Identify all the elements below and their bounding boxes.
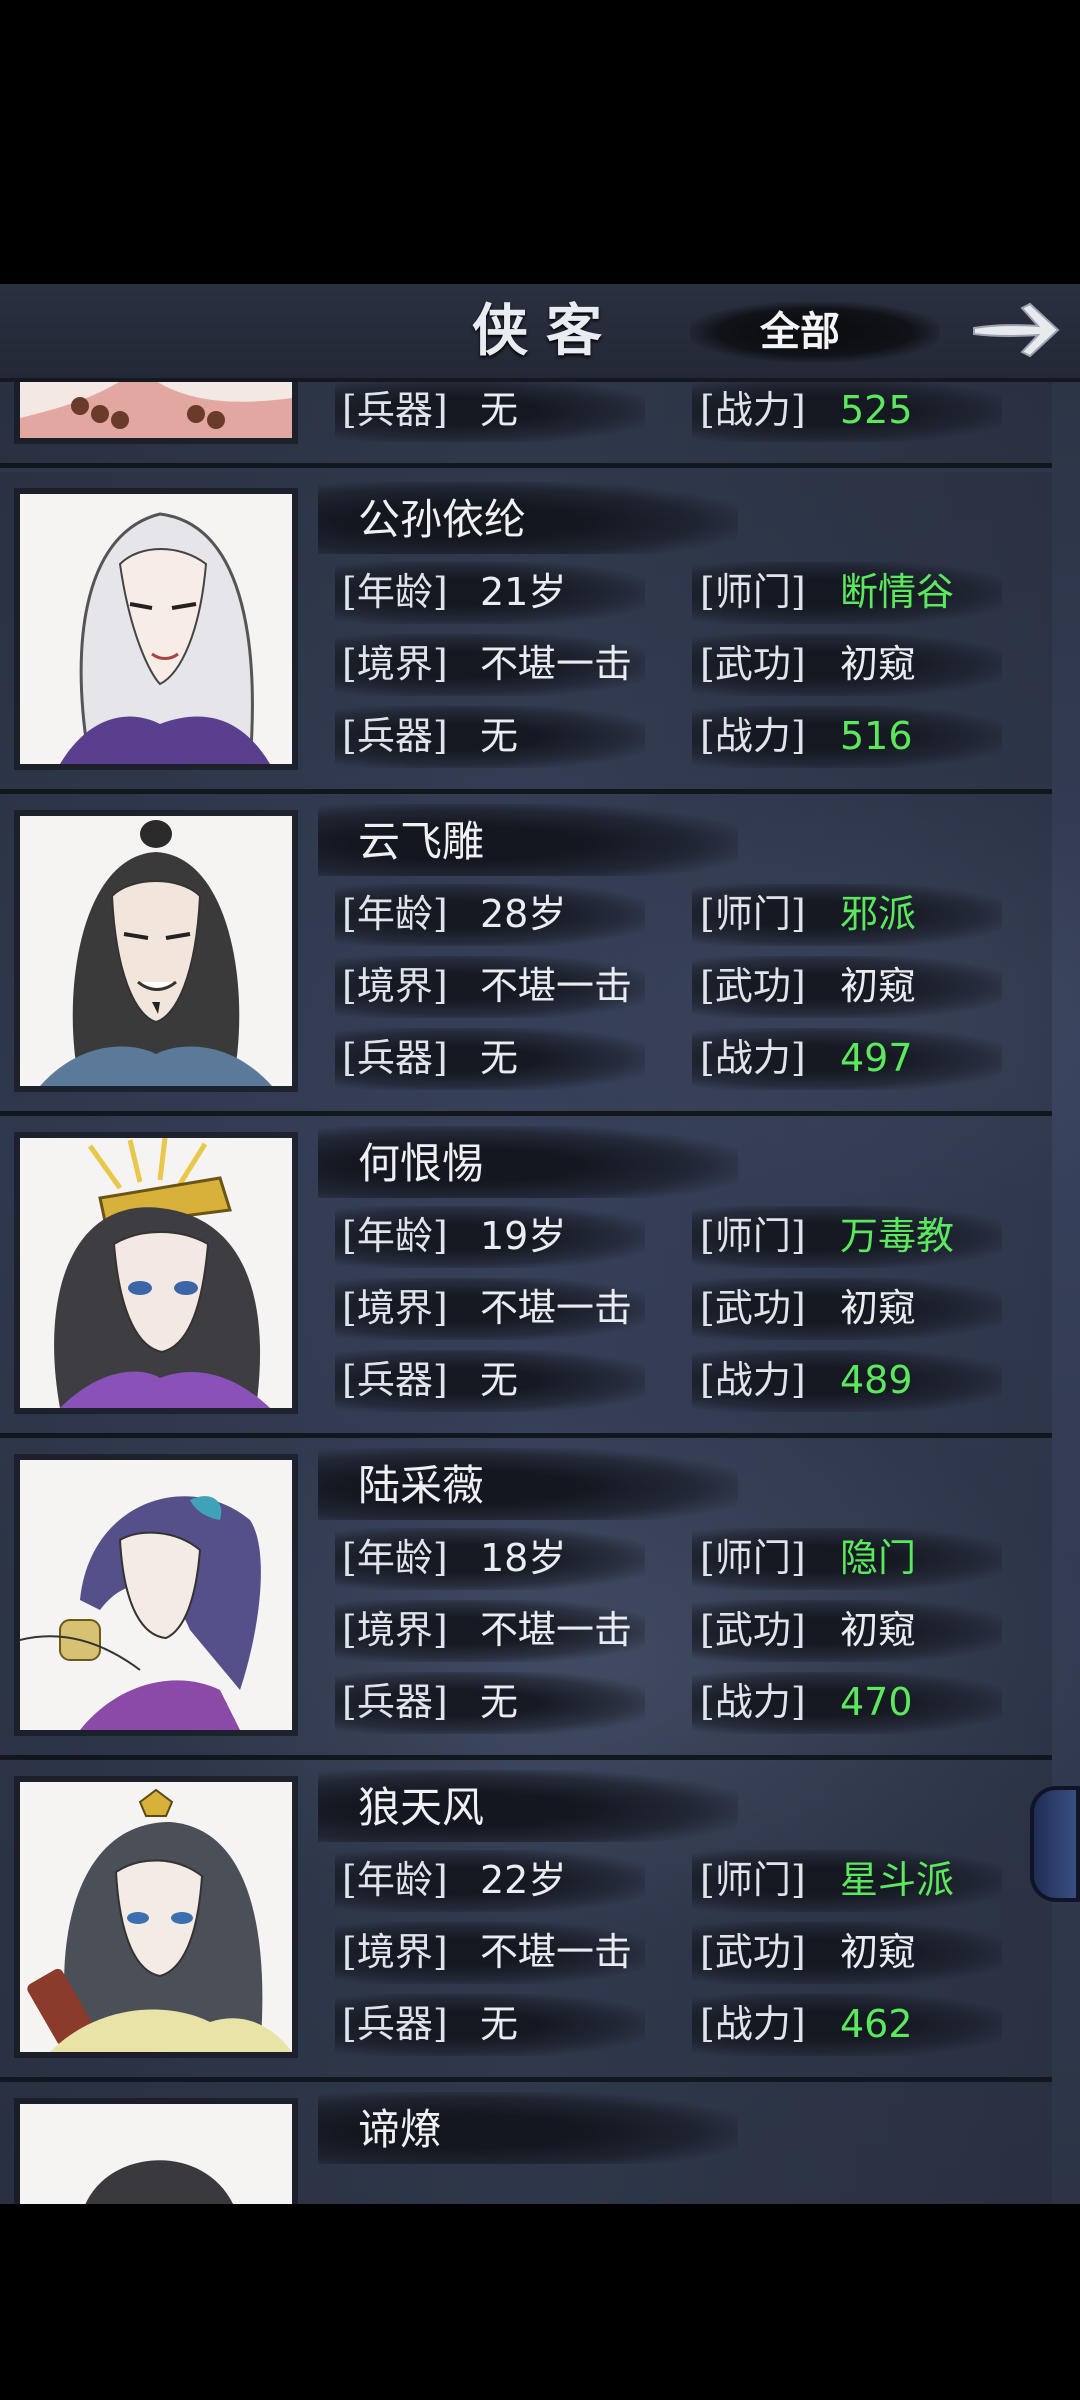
power-value: 462 bbox=[840, 2002, 913, 2046]
character-name: 狼天风 bbox=[358, 1783, 485, 1832]
sect-value: 万毒教 bbox=[840, 1214, 955, 1258]
age-label: [年龄] bbox=[342, 570, 448, 614]
character-name: 陆采薇 bbox=[358, 1461, 485, 1510]
roster-screen: 侠客 全部 [兵器] 无 [战力] 525 公孙依纶 [年龄] 21岁 [师门]… bbox=[0, 284, 1080, 2204]
character-portrait bbox=[20, 816, 292, 1086]
character-name: 谛燎 bbox=[358, 2105, 443, 2154]
character-portrait bbox=[20, 1138, 292, 1408]
realm-value: 不堪一击 bbox=[480, 1608, 633, 1652]
realm-label: [境界] bbox=[342, 1608, 448, 1652]
age-value: 18岁 bbox=[480, 1536, 567, 1580]
realm-label: [境界] bbox=[342, 1286, 448, 1330]
realm-label: [境界] bbox=[342, 1930, 448, 1974]
weapon-label: [兵器] bbox=[342, 1680, 448, 1724]
power-label: [战力] bbox=[700, 714, 806, 758]
sect-value: 隐门 bbox=[840, 1536, 917, 1580]
realm-value: 不堪一击 bbox=[480, 642, 633, 686]
realm-label: [境界] bbox=[342, 642, 448, 686]
realm-value: 不堪一击 bbox=[480, 1930, 633, 1974]
list-item[interactable]: 狼天风 [年龄] 22岁 [师门] 星斗派 [境界] 不堪一击 [武功] 初窥 … bbox=[0, 1760, 1052, 2082]
character-portrait bbox=[20, 1460, 292, 1730]
skill-label: [武功] bbox=[700, 1930, 806, 1974]
weapon-value: 无 bbox=[480, 1680, 519, 1724]
power-label: [战力] bbox=[700, 1358, 806, 1402]
skill-label: [武功] bbox=[700, 1608, 806, 1652]
skill-value: 初窥 bbox=[840, 1930, 917, 1974]
list-item[interactable]: 陆采薇 [年龄] 18岁 [师门] 隐门 [境界] 不堪一击 [武功] 初窥 [… bbox=[0, 1438, 1052, 1760]
header-bar: 侠客 全部 bbox=[0, 284, 1080, 382]
power-label: [战力] bbox=[700, 1680, 806, 1724]
weapon-label: [兵器] bbox=[342, 388, 448, 432]
sect-label: [师门] bbox=[700, 1214, 806, 1258]
skill-label: [武功] bbox=[700, 964, 806, 1008]
list-item[interactable]: 何恨惕 [年龄] 19岁 [师门] 万毒教 [境界] 不堪一击 [武功] 初窥 … bbox=[0, 1116, 1052, 1438]
realm-label: [境界] bbox=[342, 964, 448, 1008]
weapon-label: [兵器] bbox=[342, 1036, 448, 1080]
sect-label: [师门] bbox=[700, 1536, 806, 1580]
power-value: 497 bbox=[840, 1036, 913, 1080]
list-item[interactable]: 公孙依纶 [年龄] 21岁 [师门] 断情谷 [境界] 不堪一击 [武功] 初窥… bbox=[0, 472, 1052, 794]
skill-label: [武功] bbox=[700, 642, 806, 686]
power-label: [战力] bbox=[700, 1036, 806, 1080]
skill-value: 初窥 bbox=[840, 964, 917, 1008]
sect-value: 断情谷 bbox=[840, 570, 955, 614]
age-value: 28岁 bbox=[480, 892, 567, 936]
realm-value: 不堪一击 bbox=[480, 1286, 633, 1330]
power-value: 470 bbox=[840, 1680, 913, 1724]
power-label: [战力] bbox=[700, 2002, 806, 2046]
character-portrait bbox=[20, 1782, 292, 2052]
right-arrow-icon[interactable] bbox=[968, 298, 1064, 362]
weapon-label: [兵器] bbox=[342, 1358, 448, 1402]
age-value: 19岁 bbox=[480, 1214, 567, 1258]
skill-value: 初窥 bbox=[840, 1286, 917, 1330]
character-name: 云飞雕 bbox=[358, 817, 485, 866]
weapon-value: 无 bbox=[480, 1358, 519, 1402]
character-portrait bbox=[20, 382, 292, 438]
weapon-label: [兵器] bbox=[342, 714, 448, 758]
book-icon[interactable] bbox=[1030, 1786, 1080, 1902]
weapon-label: [兵器] bbox=[342, 2002, 448, 2046]
character-portrait bbox=[20, 494, 292, 764]
character-name: 公孙依纶 bbox=[358, 495, 527, 544]
divider bbox=[0, 463, 1052, 468]
power-label: [战力] bbox=[700, 388, 806, 432]
age-label: [年龄] bbox=[342, 1536, 448, 1580]
age-label: [年龄] bbox=[342, 1214, 448, 1258]
sect-value: 星斗派 bbox=[840, 1858, 955, 1902]
age-value: 22岁 bbox=[480, 1858, 567, 1902]
list-item[interactable]: 谛燎 bbox=[0, 2082, 1052, 2204]
power-value: 525 bbox=[840, 388, 913, 432]
weapon-value: 无 bbox=[480, 1036, 519, 1080]
sect-label: [师门] bbox=[700, 1858, 806, 1902]
character-list[interactable]: [兵器] 无 [战力] 525 公孙依纶 [年龄] 21岁 [师门] 断情谷 [… bbox=[0, 382, 1054, 2204]
list-item[interactable]: [兵器] 无 [战力] 525 bbox=[0, 382, 1052, 468]
sect-label: [师门] bbox=[700, 570, 806, 614]
age-value: 21岁 bbox=[480, 570, 567, 614]
weapon-value: 无 bbox=[480, 388, 519, 432]
skill-value: 初窥 bbox=[840, 642, 917, 686]
weapon-value: 无 bbox=[480, 714, 519, 758]
skill-value: 初窥 bbox=[840, 1608, 917, 1652]
character-portrait bbox=[20, 2104, 292, 2204]
age-label: [年龄] bbox=[342, 892, 448, 936]
power-value: 489 bbox=[840, 1358, 913, 1402]
age-label: [年龄] bbox=[342, 1858, 448, 1902]
character-name: 何恨惕 bbox=[358, 1139, 485, 1188]
sect-label: [师门] bbox=[700, 892, 806, 936]
weapon-value: 无 bbox=[480, 2002, 519, 2046]
sect-value: 邪派 bbox=[840, 892, 917, 936]
page-title: 侠客 bbox=[472, 298, 620, 364]
power-value: 516 bbox=[840, 714, 913, 758]
filter-button[interactable]: 全部 bbox=[690, 302, 940, 362]
filter-label: 全部 bbox=[760, 308, 840, 355]
realm-value: 不堪一击 bbox=[480, 964, 633, 1008]
skill-label: [武功] bbox=[700, 1286, 806, 1330]
list-item[interactable]: 云飞雕 [年龄] 28岁 [师门] 邪派 [境界] 不堪一击 [武功] 初窥 [… bbox=[0, 794, 1052, 1116]
